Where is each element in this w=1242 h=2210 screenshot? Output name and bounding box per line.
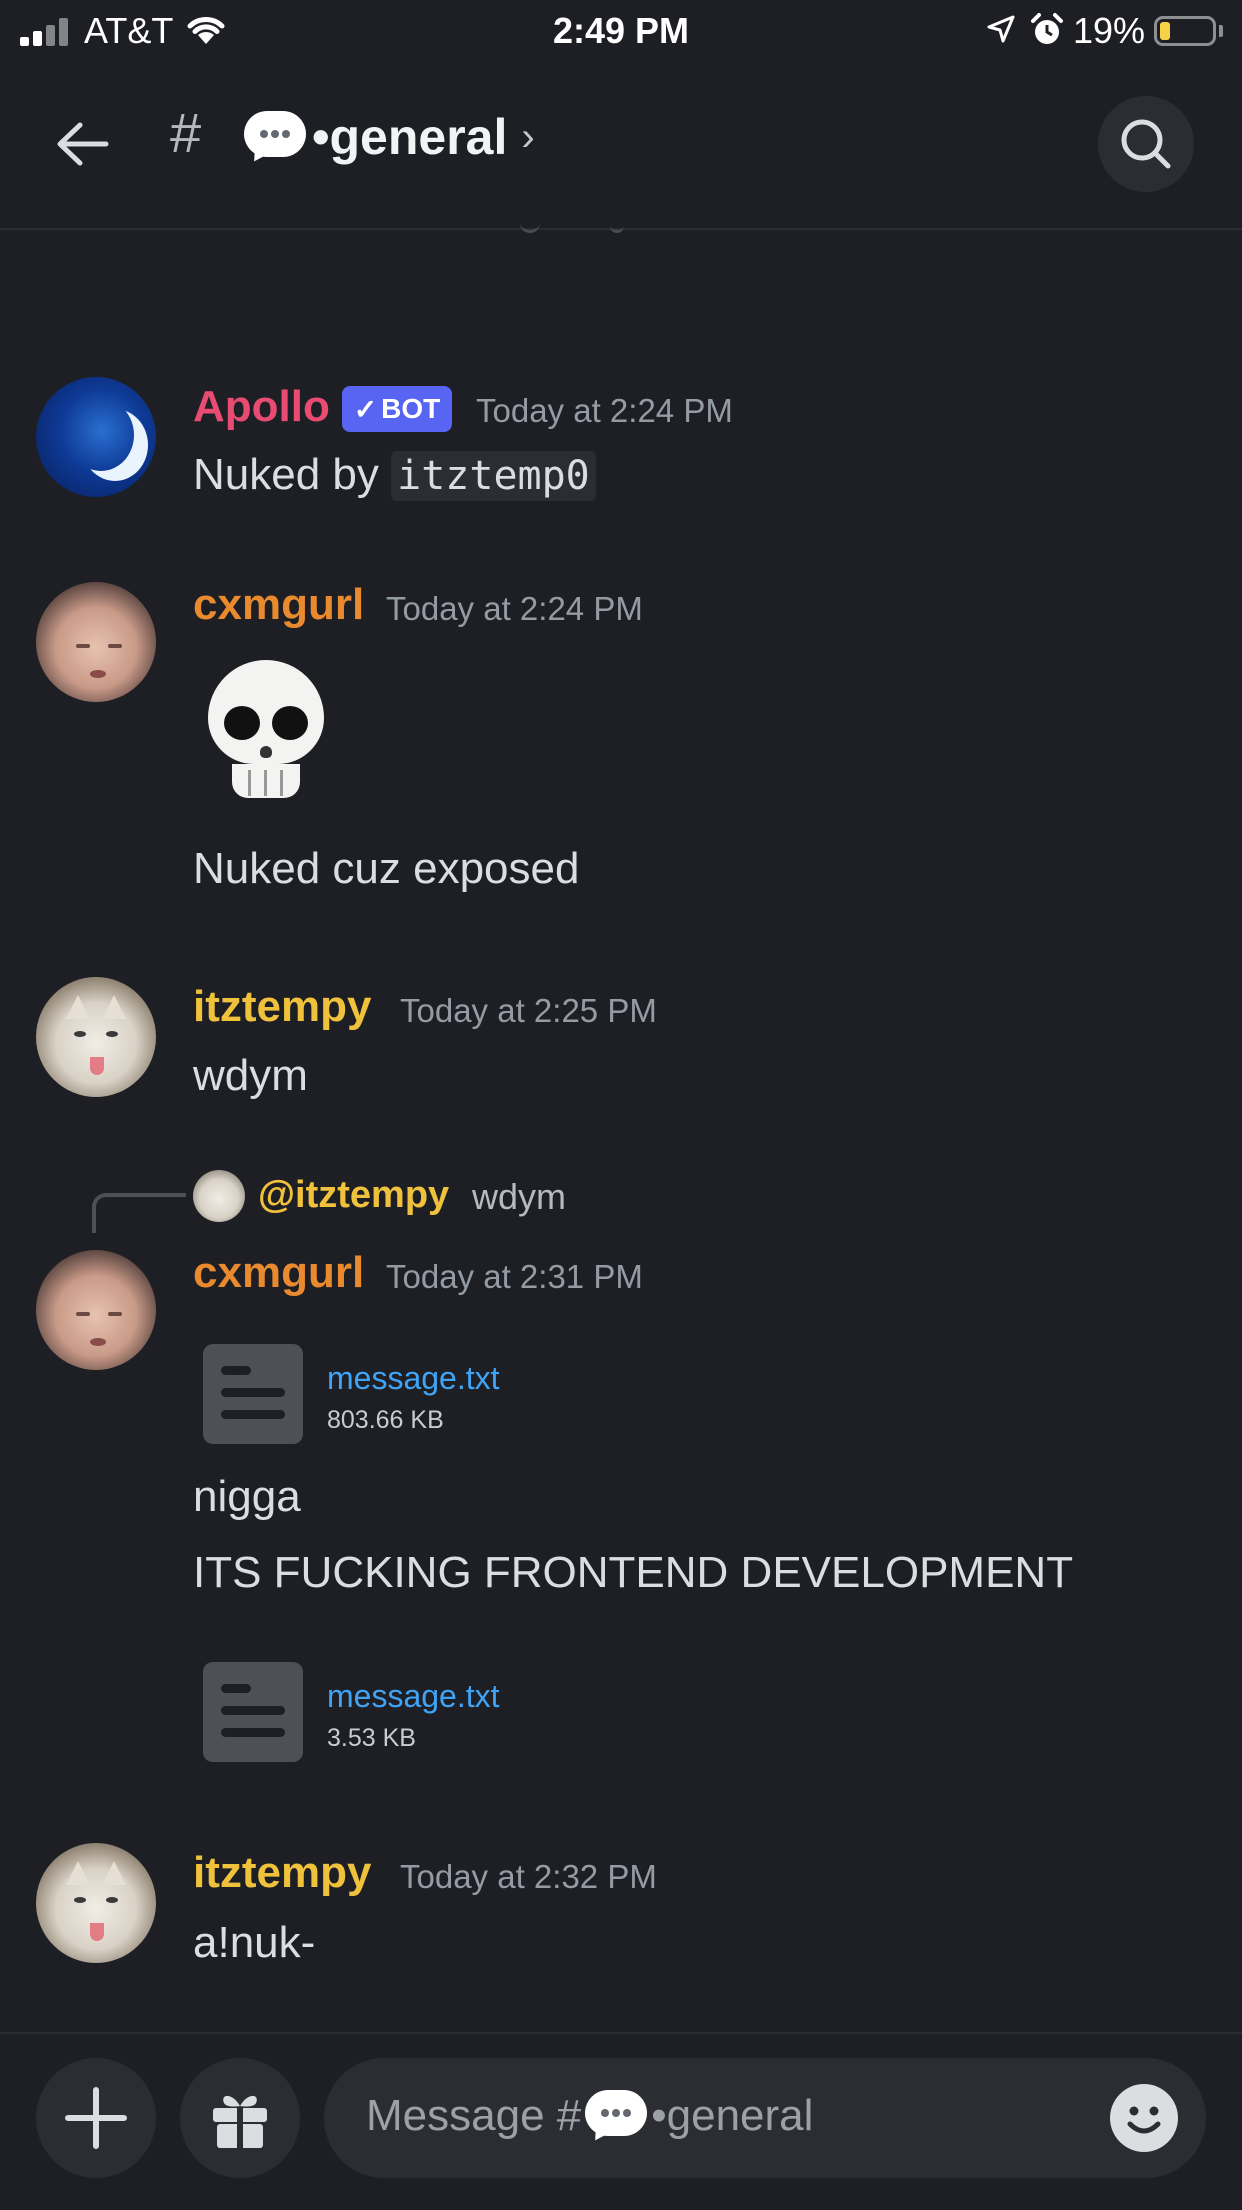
author-name[interactable]: itztempy <box>193 1848 371 1898</box>
message-text: a!nuk- <box>193 1918 316 1967</box>
gift-button[interactable] <box>180 2058 300 2178</box>
emoji-button[interactable] <box>1110 2084 1178 2152</box>
file-size: 3.53 KB <box>327 1724 416 1752</box>
file-name[interactable]: message.txt <box>327 1678 500 1715</box>
file-attachment[interactable]: message.txt 3.53 KB <box>193 1652 793 1768</box>
search-icon <box>1121 119 1171 169</box>
avatar-cxmgurl[interactable] <box>36 1250 156 1370</box>
message-input[interactable]: Message # •general <box>324 2058 1206 2178</box>
speech-bubble-icon <box>244 111 306 167</box>
speech-bubble-icon <box>585 2090 648 2146</box>
message-timestamp: Today at 2:25 PM <box>400 992 657 1029</box>
text-file-icon <box>203 1662 303 1762</box>
alarm-clock-icon <box>1031 13 1063 44</box>
location-arrow-icon <box>987 15 1015 43</box>
message-text: wdym <box>193 1051 308 1100</box>
author-name[interactable]: itztempy <box>193 982 371 1032</box>
check-icon: ✓ <box>353 393 378 425</box>
skull-emoji: 💀 <box>200 660 332 802</box>
clipped-previous-message <box>520 226 640 234</box>
message-timestamp: Today at 2:32 PM <box>400 1858 657 1895</box>
author-name[interactable]: Apollo <box>193 382 330 432</box>
reply-preview-text[interactable]: wdym <box>472 1176 566 1218</box>
reply-mention[interactable]: @itztempy <box>258 1174 449 1217</box>
file-name[interactable]: message.txt <box>327 1360 500 1397</box>
text-file-icon <box>203 1344 303 1444</box>
file-attachment[interactable]: message.txt 803.66 KB <box>193 1334 793 1450</box>
chevron-right-icon: › <box>521 114 535 159</box>
message-text: Nuked by itztemp0 <box>193 450 596 501</box>
file-size: 803.66 KB <box>327 1406 444 1434</box>
battery-icon <box>1154 16 1216 46</box>
message-input-placeholder: Message # •general <box>366 2090 813 2146</box>
reply-connector <box>92 1193 186 1233</box>
author-name[interactable]: cxmgurl <box>193 580 364 630</box>
avatar-itztempy[interactable] <box>36 977 156 1097</box>
message-timestamp: Today at 2:31 PM <box>386 1258 643 1295</box>
back-arrow-icon[interactable] <box>52 114 112 174</box>
message-timestamp: Today at 2:24 PM <box>386 590 643 627</box>
gift-icon <box>213 2095 267 2148</box>
channel-title[interactable]: •general › <box>244 108 535 167</box>
battery-percent: 19% <box>1073 10 1146 51</box>
plus-icon <box>65 2087 127 2149</box>
message-text: ITS FUCKING FRONTEND DEVELOPMENT <box>193 1548 1074 1597</box>
emoji-smile-icon <box>1127 2106 1161 2134</box>
channel-hash-icon: # <box>170 101 202 164</box>
bot-badge: ✓ BOT <box>342 386 452 432</box>
status-bar: AT&T 2:49 PM 19% <box>0 0 1242 62</box>
composer-bar: Message # •general <box>0 2032 1242 2210</box>
avatar-cxmgurl[interactable] <box>36 582 156 702</box>
reply-avatar <box>193 1170 245 1222</box>
message-text: Nuked cuz exposed <box>193 844 580 893</box>
author-name[interactable]: cxmgurl <box>193 1248 364 1298</box>
channel-header: # •general › <box>0 62 1242 230</box>
message-text: nigga <box>193 1472 301 1521</box>
add-button[interactable] <box>36 2058 156 2178</box>
message-timestamp: Today at 2:24 PM <box>476 392 733 429</box>
search-button[interactable] <box>1098 96 1194 192</box>
avatar-apollo[interactable] <box>36 377 156 497</box>
avatar-itztempy[interactable] <box>36 1843 156 1963</box>
channel-name: •general <box>312 109 508 165</box>
inline-code: itztemp0 <box>391 451 596 501</box>
